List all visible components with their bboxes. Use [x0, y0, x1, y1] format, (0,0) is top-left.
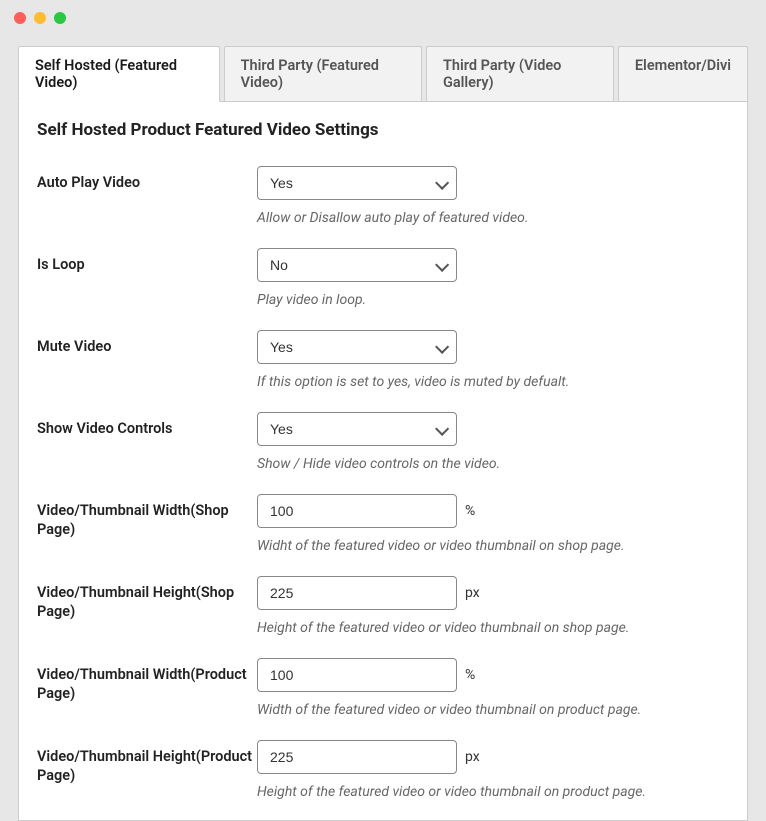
hint-loop: Play video in loop. [257, 292, 729, 308]
input-product-width[interactable] [257, 658, 457, 692]
hint-shop-width: Widht of the featured video or video thu… [257, 538, 729, 554]
tab-elementor-divi[interactable]: Elementor/Divi [618, 46, 748, 102]
select-mute[interactable]: Yes [257, 330, 457, 364]
row-shop-width: Video/Thumbnail Width(Shop Page) % Widht… [37, 478, 729, 560]
unit-shop-width: % [465, 503, 475, 519]
hint-shop-height: Height of the featured video or video th… [257, 620, 729, 636]
label-mute: Mute Video [37, 338, 111, 355]
close-icon[interactable] [14, 12, 26, 24]
unit-shop-height: px [465, 585, 480, 601]
page-title: Self Hosted Product Featured Video Setti… [37, 120, 729, 140]
unit-product-width: % [465, 667, 475, 683]
tab-bar: Self Hosted (Featured Video) Third Party… [18, 46, 748, 102]
hint-product-height: Height of the featured video or video th… [257, 784, 729, 800]
settings-window: Self Hosted (Featured Video) Third Party… [0, 0, 766, 811]
unit-product-height: px [465, 749, 480, 765]
row-autoplay: Auto Play Video Yes Allow or Disallow au… [37, 150, 729, 232]
select-controls[interactable]: Yes [257, 412, 457, 446]
minimize-icon[interactable] [34, 12, 46, 24]
tab-third-party-featured[interactable]: Third Party (Featured Video) [224, 46, 422, 102]
input-shop-height[interactable] [257, 576, 457, 610]
row-controls: Show Video Controls Yes Show / Hide vide… [37, 396, 729, 478]
input-shop-width[interactable] [257, 494, 457, 528]
tab-self-hosted-featured[interactable]: Self Hosted (Featured Video) [18, 46, 220, 102]
row-mute: Mute Video Yes If this option is set to … [37, 314, 729, 396]
hint-autoplay: Allow or Disallow auto play of featured … [257, 210, 729, 226]
window-titlebar [0, 0, 766, 36]
label-controls: Show Video Controls [37, 420, 173, 437]
input-product-height[interactable] [257, 740, 457, 774]
maximize-icon[interactable] [54, 12, 66, 24]
hint-mute: If this option is set to yes, video is m… [257, 374, 729, 390]
row-product-width: Video/Thumbnail Width(Product Page) % Wi… [37, 642, 729, 724]
row-shop-height: Video/Thumbnail Height(Shop Page) px Hei… [37, 560, 729, 642]
select-autoplay[interactable]: Yes [257, 166, 457, 200]
hint-controls: Show / Hide video controls on the video. [257, 456, 729, 472]
label-autoplay: Auto Play Video [37, 174, 140, 191]
settings-panel: Self Hosted Product Featured Video Setti… [18, 101, 748, 821]
label-shop-height: Video/Thumbnail Height(Shop Page) [37, 584, 234, 620]
label-product-width: Video/Thumbnail Width(Product Page) [37, 666, 247, 702]
label-shop-width: Video/Thumbnail Width(Shop Page) [37, 502, 229, 538]
hint-product-width: Width of the featured video or video thu… [257, 702, 729, 718]
label-product-height: Video/Thumbnail Height(Product Page) [37, 748, 252, 784]
row-product-height: Video/Thumbnail Height(Product Page) px … [37, 724, 729, 806]
row-loop: Is Loop No Play video in loop. [37, 232, 729, 314]
tab-third-party-gallery[interactable]: Third Party (Video Gallery) [426, 46, 614, 102]
label-loop: Is Loop [37, 256, 85, 273]
select-loop[interactable]: No [257, 248, 457, 282]
